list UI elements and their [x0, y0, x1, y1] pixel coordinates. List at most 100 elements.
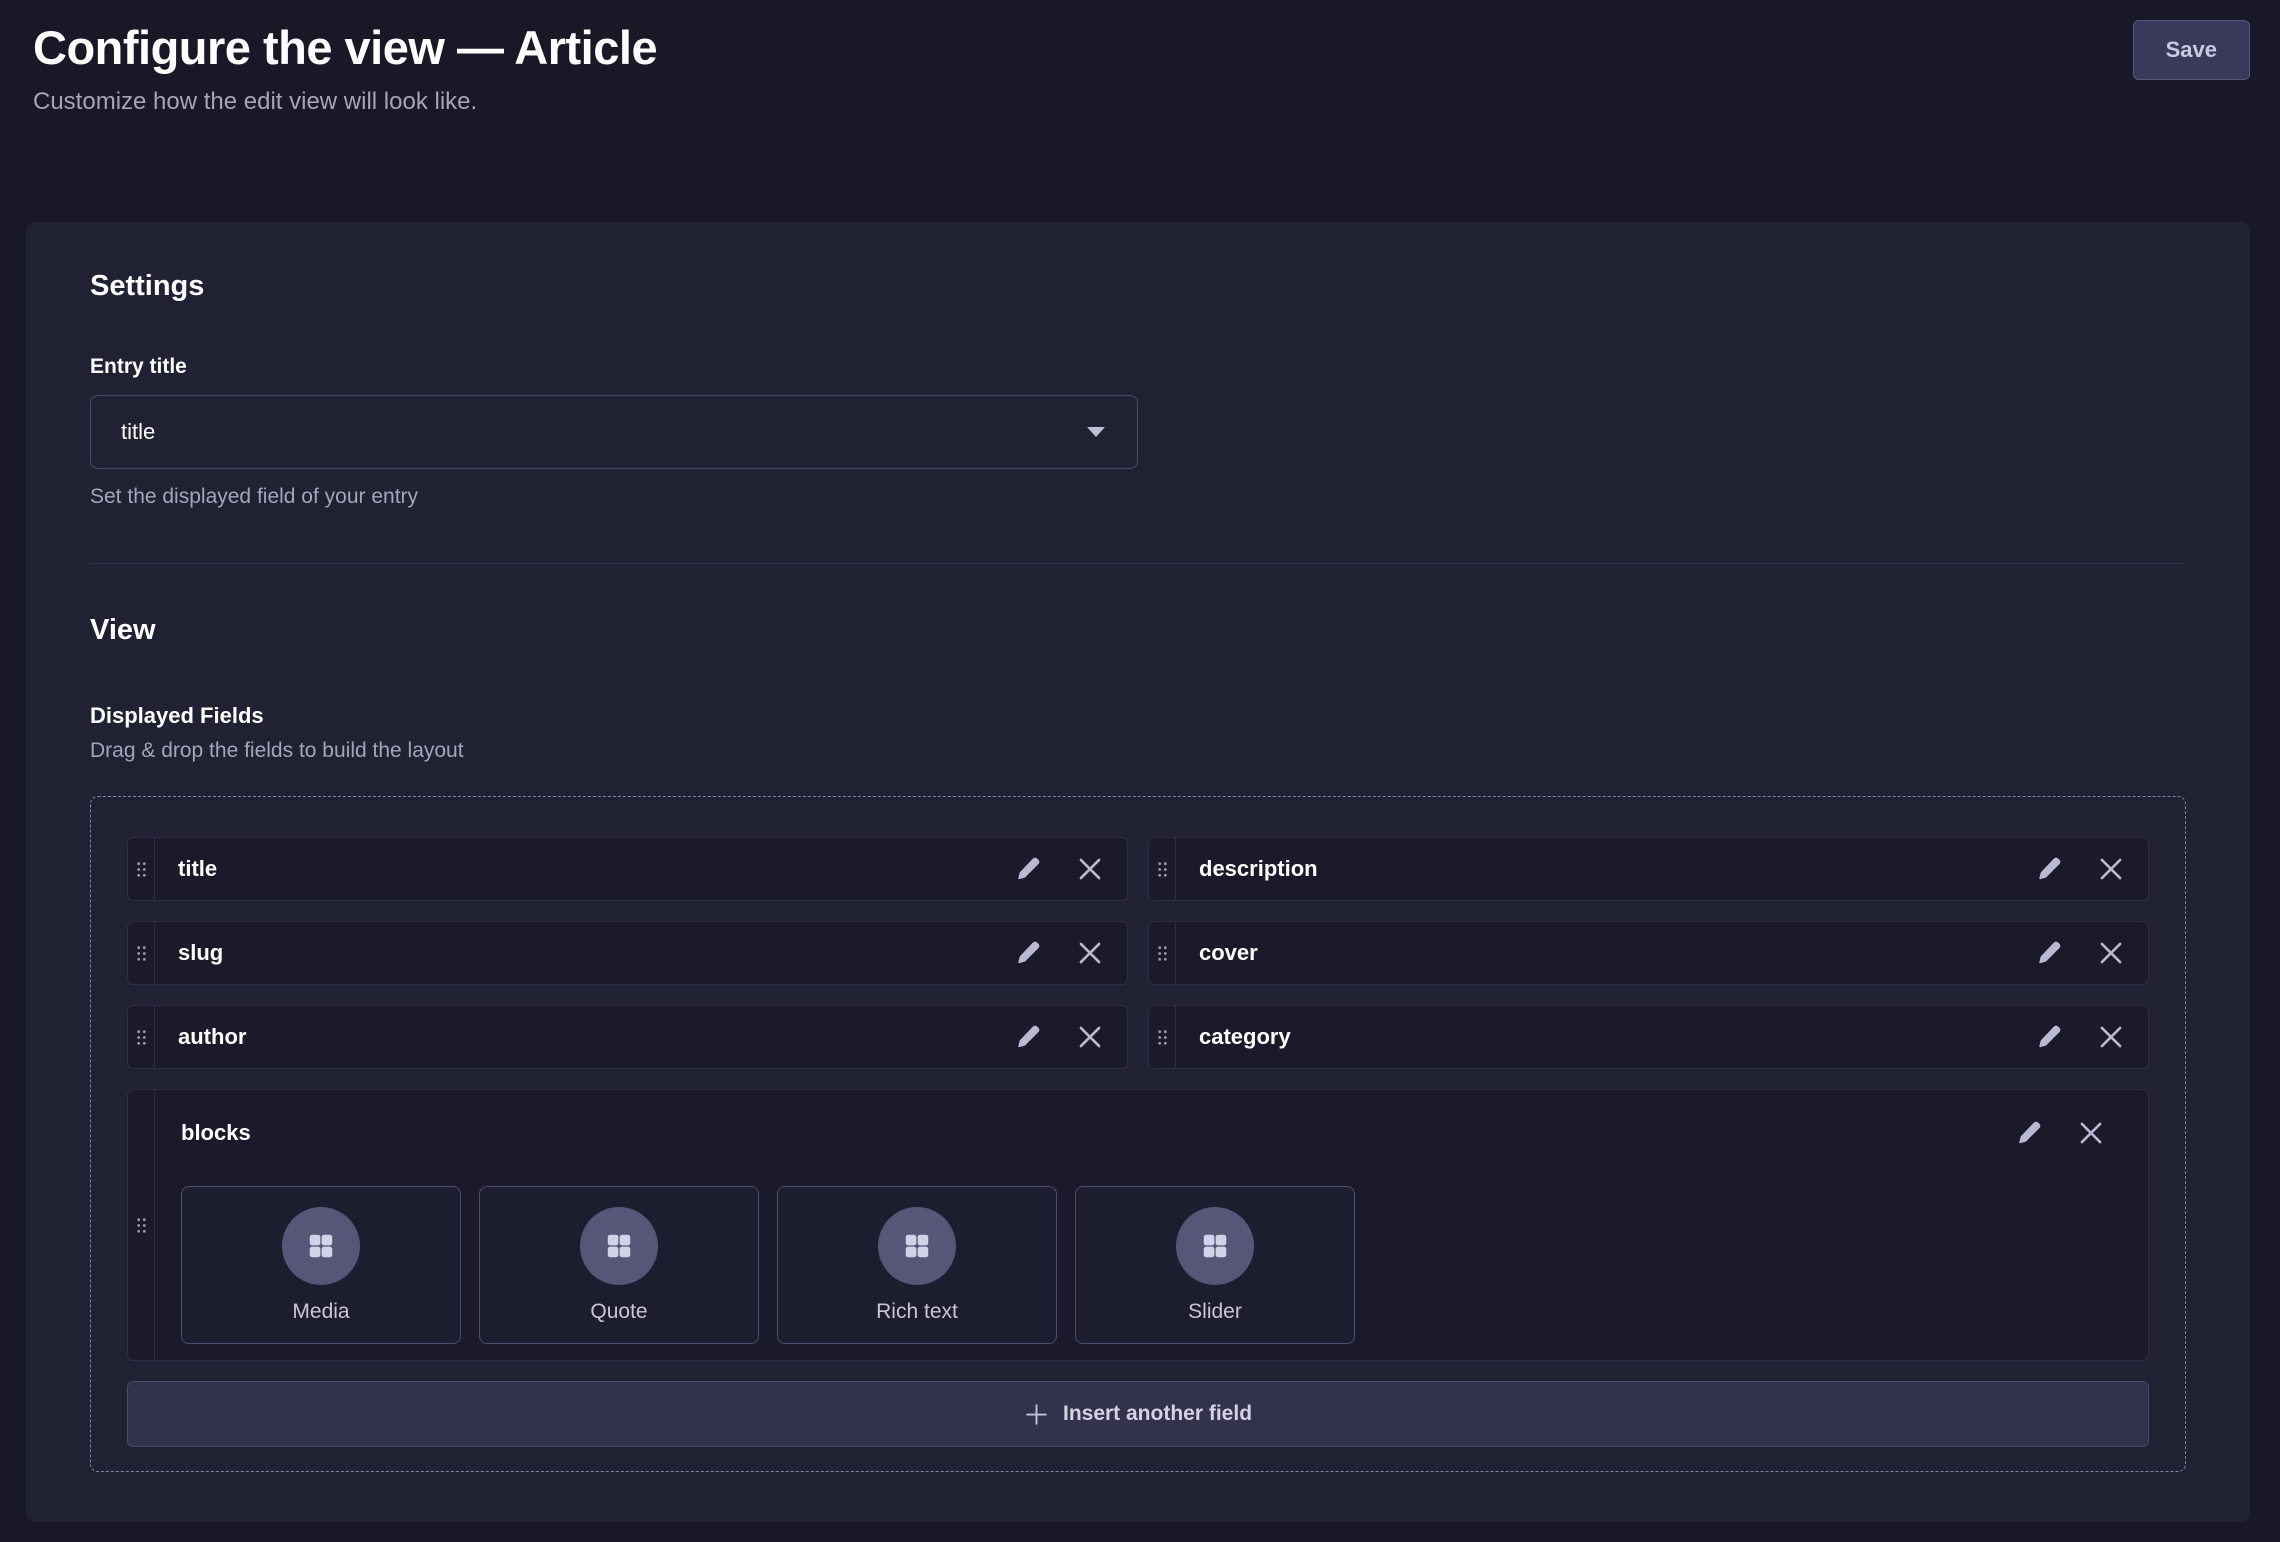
close-icon [1077, 1024, 1103, 1050]
blocks-content: blocks [155, 1090, 2148, 1360]
edit-field-button[interactable] [1011, 1020, 1045, 1054]
drag-handle-icon[interactable] [1149, 922, 1176, 984]
field-actions [1011, 922, 1127, 984]
configuration-card: Settings Entry title title Set the displ… [26, 222, 2250, 1522]
drag-dots-icon [1157, 1029, 1168, 1046]
drag-dots-icon [136, 945, 147, 962]
field-actions [2032, 1006, 2148, 1068]
displayed-fields-hint: Drag & drop the fields to build the layo… [90, 739, 2186, 763]
field-name: cover [1176, 922, 2032, 984]
drag-dots-icon [1157, 861, 1168, 878]
drag-dots-icon [136, 1029, 147, 1046]
remove-field-button[interactable] [1073, 852, 1107, 886]
grid-icon [1200, 1231, 1230, 1261]
drag-handle-icon[interactable] [128, 1090, 155, 1360]
page-subtitle: Customize how the edit view will look li… [33, 88, 657, 116]
field-row-author: author [127, 1005, 1128, 1069]
field-actions [2032, 922, 2148, 984]
field-row-blocks: blocks [127, 1089, 2149, 1361]
section-divider [90, 563, 2186, 564]
pencil-icon [1015, 856, 1041, 882]
entry-title-select-value: title [121, 419, 155, 445]
close-icon [2098, 1024, 2124, 1050]
field-name: description [1176, 838, 2032, 900]
view-section: View Displayed Fields Drag & drop the fi… [90, 614, 2186, 1472]
insert-another-field-label: Insert another field [1063, 1402, 1252, 1426]
close-icon [2098, 940, 2124, 966]
component-cards: Media Quote [181, 1186, 2128, 1344]
field-name: slug [155, 922, 1011, 984]
edit-field-button[interactable] [2032, 1020, 2066, 1054]
chevron-down-icon [1085, 426, 1107, 438]
component-circle [580, 1207, 658, 1285]
remove-field-button[interactable] [2094, 852, 2128, 886]
field-row-category: category [1148, 1005, 2149, 1069]
fields-drop-zone: title [90, 796, 2186, 1472]
view-heading: View [90, 614, 2186, 647]
blocks-header: blocks [181, 1116, 2128, 1150]
entry-title-field-group: Entry title title Set the displayed fiel… [90, 355, 2186, 509]
field-name: title [155, 838, 1011, 900]
close-icon [2098, 856, 2124, 882]
component-card-slider[interactable]: Slider [1075, 1186, 1355, 1344]
drag-handle-icon[interactable] [1149, 1006, 1176, 1068]
component-circle [1176, 1207, 1254, 1285]
edit-field-button[interactable] [2012, 1116, 2046, 1150]
pencil-icon [2036, 1024, 2062, 1050]
displayed-fields-heading: Displayed Fields [90, 703, 2186, 729]
entry-title-select[interactable]: title [90, 395, 1138, 469]
drag-handle-icon[interactable] [128, 922, 155, 984]
pencil-icon [2016, 1120, 2042, 1146]
remove-field-button[interactable] [1073, 1020, 1107, 1054]
pencil-icon [2036, 940, 2062, 966]
drag-dots-icon [1157, 945, 1168, 962]
field-row-title: title [127, 837, 1128, 901]
grid-icon [902, 1231, 932, 1261]
drag-handle-icon[interactable] [128, 838, 155, 900]
component-label: Quote [590, 1300, 647, 1324]
field-row-description: description [1148, 837, 2149, 901]
page-title: Configure the view — Article [33, 20, 657, 76]
remove-field-button[interactable] [1073, 936, 1107, 970]
pencil-icon [1015, 940, 1041, 966]
component-card-rich-text[interactable]: Rich text [777, 1186, 1057, 1344]
page-header-text: Configure the view — Article Customize h… [33, 20, 657, 116]
plus-icon [1024, 1402, 1049, 1427]
close-icon [1077, 856, 1103, 882]
close-icon [1077, 940, 1103, 966]
edit-field-button[interactable] [1011, 936, 1045, 970]
settings-heading: Settings [90, 270, 2186, 303]
remove-field-button[interactable] [2074, 1116, 2108, 1150]
drag-handle-icon[interactable] [1149, 838, 1176, 900]
component-label: Slider [1188, 1300, 1242, 1324]
edit-field-button[interactable] [2032, 936, 2066, 970]
field-actions [2012, 1116, 2128, 1150]
component-label: Rich text [876, 1300, 958, 1324]
component-card-quote[interactable]: Quote [479, 1186, 759, 1344]
save-button[interactable]: Save [2133, 20, 2250, 80]
settings-section: Settings Entry title title Set the displ… [90, 270, 2186, 509]
field-row-cover: cover [1148, 921, 2149, 985]
field-actions [2032, 838, 2148, 900]
field-name: blocks [181, 1120, 251, 1146]
drag-handle-icon[interactable] [128, 1006, 155, 1068]
insert-another-field-button[interactable]: Insert another field [127, 1381, 2149, 1447]
component-circle [282, 1207, 360, 1285]
entry-title-label: Entry title [90, 355, 2186, 379]
edit-field-button[interactable] [1011, 852, 1045, 886]
field-name: author [155, 1006, 1011, 1068]
field-row-slug: slug [127, 921, 1128, 985]
component-card-media[interactable]: Media [181, 1186, 461, 1344]
field-name: category [1176, 1006, 2032, 1068]
close-icon [2078, 1120, 2104, 1146]
entry-title-hint: Set the displayed field of your entry [90, 485, 2186, 509]
grid-icon [604, 1231, 634, 1261]
remove-field-button[interactable] [2094, 936, 2128, 970]
component-label: Media [292, 1300, 349, 1324]
edit-field-button[interactable] [2032, 852, 2066, 886]
remove-field-button[interactable] [2094, 1020, 2128, 1054]
drag-dots-icon [136, 861, 147, 878]
field-actions [1011, 1006, 1127, 1068]
field-actions [1011, 838, 1127, 900]
component-circle [878, 1207, 956, 1285]
